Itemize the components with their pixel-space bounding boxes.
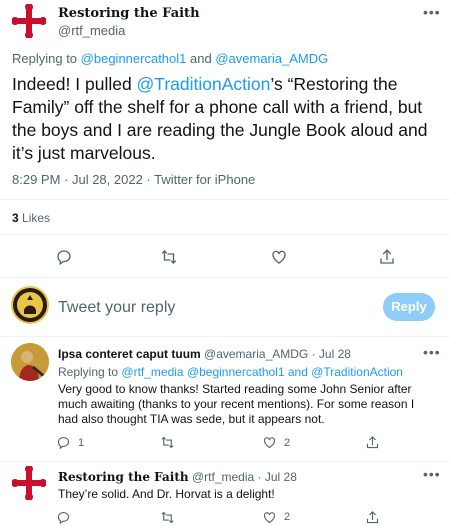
reply-input[interactable]: Tweet your reply [58,299,175,317]
reply-time[interactable]: · Jul 28 [258,470,297,484]
like-count: 2 [284,437,291,449]
like-icon[interactable] [270,248,288,266]
reply-avatar[interactable] [11,465,47,501]
reply-mention-1[interactable]: @beginnercathol1 [81,51,187,66]
like-icon[interactable] [262,435,277,450]
divider [0,234,450,235]
tweet-mention[interactable]: @TraditionAction [137,74,271,94]
divider [0,336,450,337]
reply-replying-to: Replying to @rtf_media @beginnercathol1 … [58,365,403,379]
replying-prefix: Replying to [58,365,119,379]
tweet-timestamp[interactable]: 8:29 PM · Jul 28, 2022 · Twitter for iPh… [12,172,255,187]
reply-icon[interactable] [55,248,73,266]
reply-author-name[interactable]: Restoring the Faith [58,470,189,484]
retweet-icon[interactable] [160,248,178,266]
replying-to: Replying to @beginnercathol1 and @avemar… [12,51,328,66]
reply-button[interactable]: Reply [383,293,435,321]
reply-mention-2[interactable]: @avemaria_AMDG [215,51,328,66]
share-icon[interactable] [365,510,380,525]
reply-and: and [190,51,212,66]
author-name[interactable]: Restoring the Faith [58,6,200,21]
author-handle[interactable]: @rtf_media [58,23,125,38]
likes-count[interactable]: 3 Likes [12,211,50,225]
divider [0,199,450,200]
likes-number: 3 [12,211,19,225]
tweet-text: Indeed! I pulled @TraditionAction’s “Res… [12,73,432,165]
more-options-icon[interactable]: ••• [423,344,441,360]
divider [0,461,450,462]
more-options-icon[interactable]: ••• [423,466,441,482]
more-options-icon[interactable]: ••• [423,4,441,20]
replying-prefix: Replying to [12,51,78,66]
reply-author-name[interactable]: Ipsa conteret caput tuum [58,347,201,361]
reply-count: 1 [78,437,85,449]
share-icon[interactable] [365,435,380,450]
reply-author-handle[interactable]: @avemaria_AMDG [204,347,308,361]
user-avatar[interactable] [11,286,49,324]
reply-text: They’re solid. And Dr. Horvat is a delig… [58,487,275,501]
reply-time[interactable]: · Jul 28 [312,347,351,361]
reply-avatar[interactable] [11,343,49,381]
reply-icon[interactable] [56,510,71,525]
like-count: 2 [284,511,291,523]
share-icon[interactable] [378,248,396,266]
tweet-text-part-1: Indeed! I pulled [12,74,137,94]
author-avatar[interactable] [11,3,47,39]
reply-mentions[interactable]: @rtf_media @beginnercathol1 and @Traditi… [121,365,403,379]
reply-icon[interactable] [56,435,71,450]
reply-header: Restoring the Faith @rtf_media · Jul 28 [58,470,297,484]
divider [0,277,450,278]
reply-text: Very good to know thanks! Started readin… [58,382,415,426]
retweet-icon[interactable] [160,435,175,450]
like-icon[interactable] [262,510,277,525]
reply-header: Ipsa conteret caput tuum @avemaria_AMDG … [58,347,351,361]
likes-label: Likes [22,211,51,225]
retweet-icon[interactable] [160,510,175,525]
reply-author-handle[interactable]: @rtf_media [192,470,254,484]
